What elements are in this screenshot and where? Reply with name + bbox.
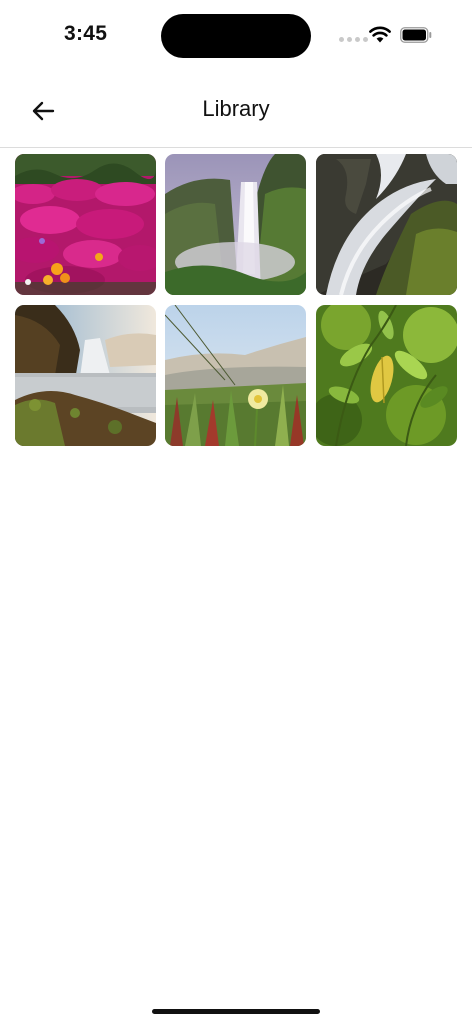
photo-tile-cascade-rocks[interactable] (316, 154, 457, 295)
page-title: Library (202, 96, 270, 121)
waterfall-shore-photo (15, 305, 156, 446)
waterfall-cliff-photo (165, 154, 306, 295)
photo-tile-green-leaves[interactable] (316, 305, 457, 446)
library-screen: 3:45 Library (0, 0, 472, 1024)
status-time: 3:45 (64, 22, 108, 45)
photo-tile-waterfall-cliff[interactable] (165, 154, 306, 295)
photo-tile-flower-field[interactable] (15, 154, 156, 295)
dune-grass-flower-photo (165, 305, 306, 446)
wifi-icon (369, 26, 391, 43)
home-indicator[interactable] (152, 1009, 320, 1014)
flower-field-photo (15, 154, 156, 295)
status-bar: 3:45 (0, 0, 472, 70)
photo-tile-waterfall-shore[interactable] (15, 305, 156, 446)
navigation-bar: Library (0, 70, 472, 148)
photo-tile-dune-grass[interactable] (165, 305, 306, 446)
dynamic-island (161, 14, 311, 58)
cascade-rocks-photo (316, 154, 457, 295)
green-leaves-photo (316, 305, 457, 446)
cellular-signal-icon (339, 37, 368, 42)
battery-full-icon (400, 27, 432, 43)
